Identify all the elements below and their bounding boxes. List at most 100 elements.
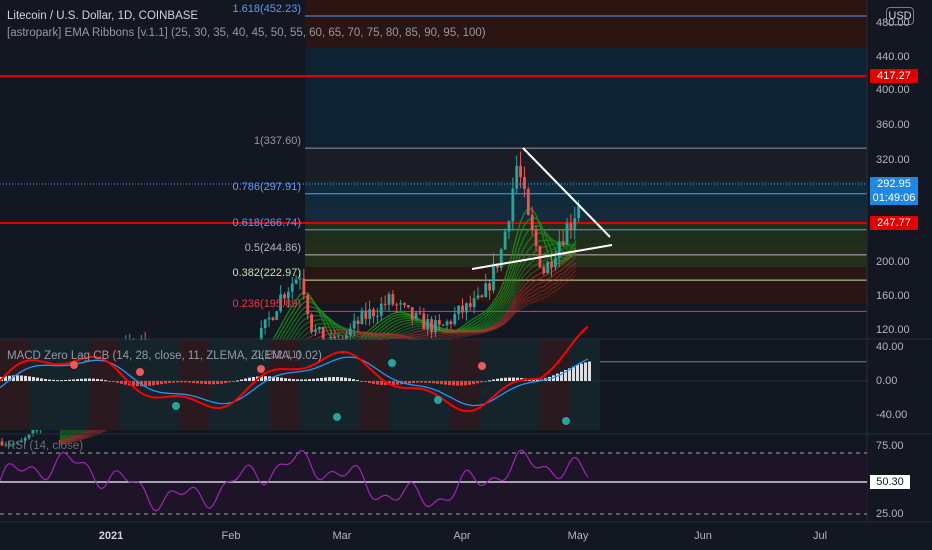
macd-bar — [44, 379, 47, 381]
macd-bar — [336, 377, 339, 381]
macd-bar — [420, 381, 423, 383]
time-tick: Feb — [221, 530, 241, 542]
macd-cross-dot — [136, 368, 144, 376]
candle-body — [437, 320, 441, 325]
macd-bar — [380, 381, 383, 385]
candle-body — [577, 206, 581, 219]
candle-body — [573, 218, 577, 230]
candle-body — [294, 279, 298, 284]
candle-body — [492, 263, 495, 291]
macd-bar — [120, 381, 123, 384]
time-tick: Mar — [332, 530, 352, 542]
macd-bar — [440, 381, 443, 385]
candle-body — [275, 311, 279, 321]
macd-bar — [368, 381, 371, 384]
candle-body — [364, 310, 368, 319]
ema-ribbons-legend[interactable]: [astropark] EMA Ribbons [v.1.1] (25, 30,… — [7, 27, 486, 39]
macd-bar — [220, 381, 223, 384]
candle-body — [488, 283, 492, 291]
macd-bar — [360, 381, 363, 382]
candle-body — [352, 320, 356, 329]
last-price-tag: 292.95 01:49:06 — [870, 177, 918, 205]
candle-body — [554, 258, 557, 268]
fib-zone-0618 — [305, 206, 867, 224]
chart-canvas[interactable] — [0, 0, 932, 550]
macd-bar — [320, 377, 323, 381]
candle-body — [379, 303, 383, 316]
macd-bar — [164, 381, 167, 384]
macd-cross-dot — [434, 396, 442, 404]
fib-zone-1618 — [305, 47, 867, 145]
macd-bar — [332, 377, 335, 381]
macd-bar — [556, 373, 559, 381]
macd-bar — [372, 381, 375, 384]
rsi-value-tag: 50.30 — [870, 475, 910, 489]
candle-body — [368, 309, 372, 319]
macd-bar — [156, 381, 159, 385]
macd-bar — [96, 378, 99, 381]
candle-body — [480, 295, 484, 298]
candle-body — [542, 267, 546, 274]
macd-tick: -40.00 — [876, 409, 908, 421]
macd-bar — [288, 378, 291, 381]
support-price-tag: 247.77 — [870, 216, 918, 230]
macd-cross-dot — [388, 359, 396, 367]
macd-bar — [456, 381, 459, 386]
candle-body — [302, 278, 306, 295]
candle-body — [414, 312, 418, 320]
macd-bar — [36, 377, 39, 381]
candle-body — [511, 188, 515, 222]
macd-bar — [80, 378, 83, 381]
candle-body — [507, 221, 511, 232]
candle-body — [314, 329, 317, 333]
macd-bar — [92, 378, 95, 381]
candle-body — [434, 320, 437, 333]
macd-cross-dot — [172, 402, 180, 410]
macd-bar — [108, 381, 111, 382]
macd-bar — [436, 381, 439, 384]
macd-bar — [376, 381, 379, 385]
time-tick: May — [567, 530, 589, 542]
macd-bar — [328, 377, 331, 381]
macd-cross-dot — [478, 362, 486, 370]
macd-bg-band — [510, 340, 540, 430]
macd-cross-dot — [562, 417, 570, 425]
macd-bar — [444, 381, 447, 385]
macd-bar — [172, 381, 175, 383]
fib-label: 0.618(266.74) — [232, 216, 302, 229]
price-tick: 160.00 — [876, 290, 910, 302]
macd-bar — [248, 377, 251, 381]
macd-bar — [480, 381, 483, 383]
fib-zone-05 — [305, 224, 867, 243]
candle-body — [426, 319, 430, 330]
price-tick: 400.00 — [876, 84, 910, 96]
macd-bar — [160, 381, 163, 385]
macd-bar — [296, 379, 299, 381]
rsi-legend[interactable]: RSI (14, close) — [7, 440, 83, 452]
macd-bar — [152, 381, 155, 386]
macd-bar — [176, 381, 179, 383]
candle-body — [472, 298, 476, 307]
macd-bar — [576, 364, 579, 381]
price-tick: 360.00 — [876, 119, 910, 131]
candle-body — [526, 188, 530, 215]
price-tick: 120.00 — [876, 324, 910, 336]
price-tick: 440.00 — [876, 51, 910, 63]
macd-bar — [280, 377, 283, 381]
macd-bar — [52, 379, 55, 381]
macd-legend[interactable]: MACD Zero Lag CB (14, 28, close, 11, ZLE… — [7, 350, 322, 362]
macd-bar — [460, 381, 463, 386]
macd-bar — [468, 381, 471, 385]
macd-bar — [212, 381, 215, 385]
candle-body — [375, 315, 379, 317]
candle-body — [403, 303, 406, 306]
candle-body — [348, 328, 352, 336]
rsi-tick: 25.00 — [876, 508, 904, 520]
candle-body — [0, 441, 4, 446]
candle-body — [569, 223, 573, 230]
macd-bar — [408, 381, 411, 384]
candle-body — [565, 223, 569, 245]
macd-bar — [452, 381, 455, 386]
macd-bar — [188, 381, 191, 383]
chart-title[interactable]: Litecoin / U.S. Dollar, 1D, COINBASE — [7, 10, 198, 22]
